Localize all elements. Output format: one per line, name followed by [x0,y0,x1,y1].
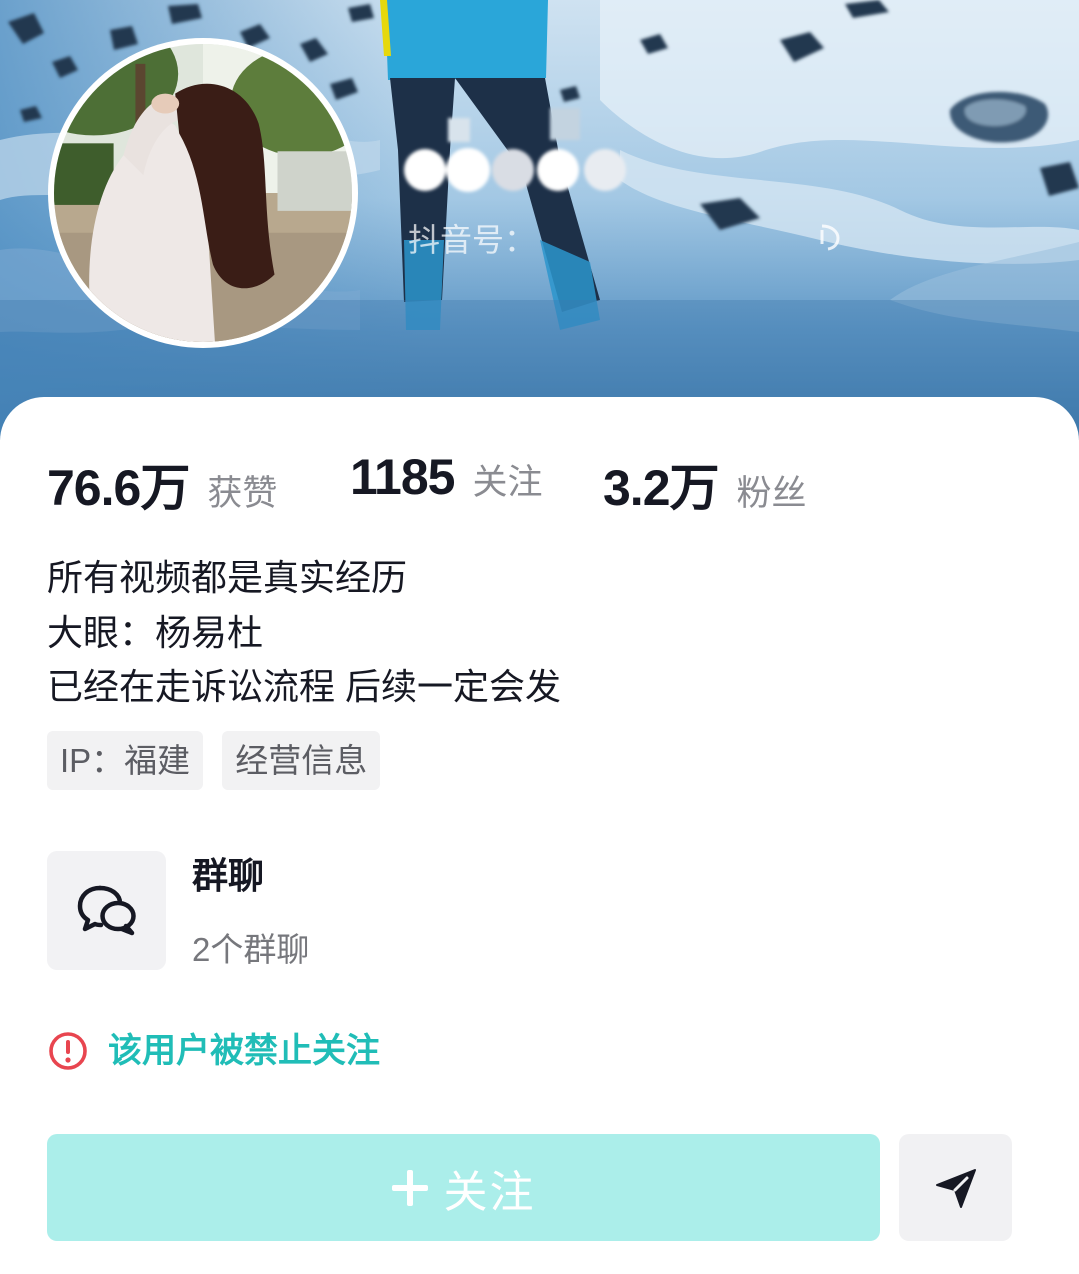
douyin-id-row: 抖音号： [408,216,536,260]
send-icon [935,1168,976,1208]
stat-following[interactable]: 1185 关注 [350,448,543,512]
douyin-id-label: 抖音号： [408,222,537,258]
likes-count: 76.6万 [47,460,190,516]
following-count: 1185 [350,449,455,505]
bio-line: 大眼：杨易杜 [47,611,264,653]
group-chat-icon-box[interactable] [47,851,166,970]
copy-icon[interactable] [814,222,842,252]
profile-tags: IP：福建 经营信息 [47,731,381,790]
following-label: 关注 [472,463,543,502]
group-chat-title[interactable]: 群聊 [192,852,264,900]
stat-followers[interactable]: 3.2万 粉丝 [603,448,807,516]
chat-bubbles-icon [77,885,136,935]
follow-button[interactable]: 关注 [47,1134,880,1241]
username-redacted [400,104,640,204]
ip-location-tag: IP：福建 [47,731,204,790]
avatar[interactable] [48,38,358,348]
group-chat-count[interactable]: 2个群聊 [192,928,309,972]
followers-count: 3.2万 [603,460,720,516]
stat-likes[interactable]: 76.6万 获赞 [47,448,277,516]
follow-banned-notice: 该用户被禁止关注 [108,1032,380,1070]
plus-icon [391,1169,428,1206]
bio: 所有视频都是真实经历 大眼：杨易杜 已经在走诉讼流程 后续一定会发 [47,551,561,715]
send-message-button[interactable] [899,1134,1012,1241]
bio-line: 已经在走诉讼流程 后续一定会发 [47,666,562,707]
followers-label: 粉丝 [736,474,807,513]
likes-label: 获赞 [207,474,278,513]
follow-label: 关注 [443,1167,536,1217]
bio-line: 所有视频都是真实经历 [47,557,408,598]
alert-circle-icon [49,1032,87,1070]
avatar-photo [54,44,352,342]
business-info-tag[interactable]: 经营信息 [222,731,381,790]
